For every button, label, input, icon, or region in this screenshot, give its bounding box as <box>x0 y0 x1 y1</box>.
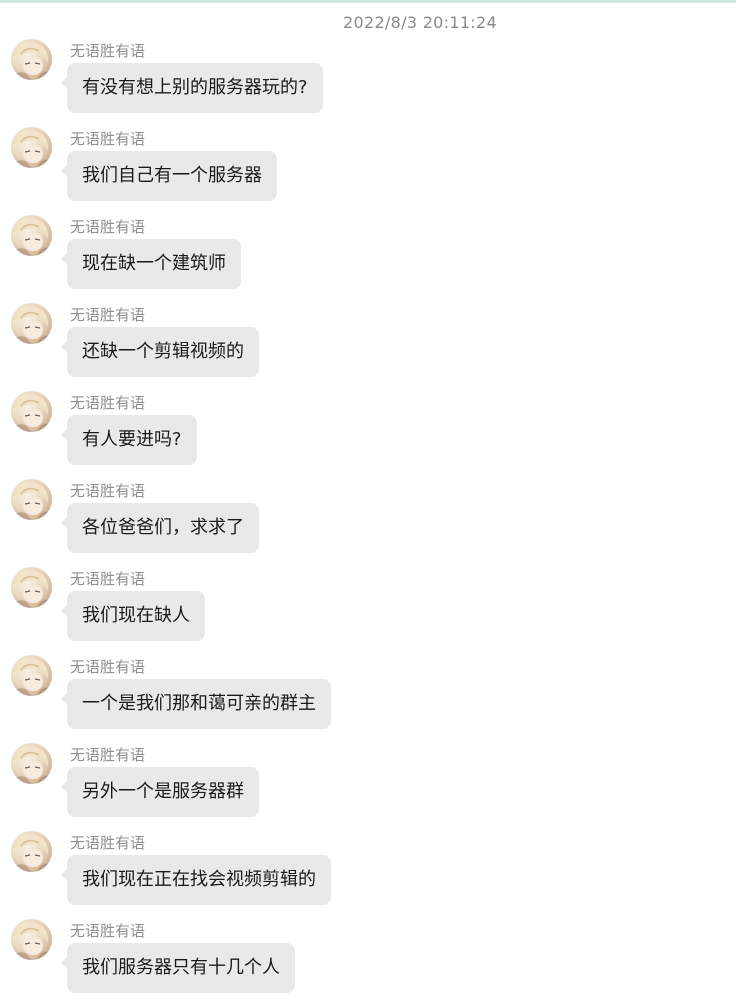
message-item: 无语胜有语我们现在正在找会视频剪辑的 <box>0 831 736 919</box>
sender-name[interactable]: 无语胜有语 <box>70 482 145 500</box>
message-bubble[interactable]: 一个是我们那和蔼可亲的群主 <box>61 679 331 729</box>
message-bubble[interactable]: 我们自己有一个服务器 <box>61 151 277 201</box>
sender-avatar-icon[interactable] <box>11 303 52 344</box>
sender-avatar-icon[interactable] <box>11 127 52 168</box>
message-bubble[interactable]: 我们现在正在找会视频剪辑的 <box>61 855 331 905</box>
message-list[interactable]: 无语胜有语 有没有想上别的服务器玩的? 无语胜有语 我们自己有一个服务器 无语胜有语 现在… <box>0 39 736 1005</box>
message-item: 无语胜有语各位爸爸们，求求了 <box>0 479 736 567</box>
message-bubble[interactable]: 各位爸爸们，求求了 <box>61 503 259 553</box>
sender-avatar-icon[interactable] <box>11 655 52 696</box>
message-item: 无语胜有语有没有想上别的服务器玩的? <box>0 39 736 127</box>
sender-name[interactable]: 无语胜有语 <box>70 658 145 676</box>
message-bubble[interactable]: 有人要进吗? <box>61 415 197 465</box>
sender-avatar-icon[interactable] <box>11 391 52 432</box>
message-bubble[interactable]: 我们服务器只有十几个人 <box>61 943 295 993</box>
message-bubble[interactable]: 现在缺一个建筑师 <box>61 239 241 289</box>
sender-name[interactable]: 无语胜有语 <box>70 834 145 852</box>
message-item: 无语胜有语我们自己有一个服务器 <box>0 127 736 215</box>
message-bubble[interactable]: 我们现在缺人 <box>61 591 205 641</box>
sender-avatar-icon[interactable] <box>11 567 52 608</box>
sender-name[interactable]: 无语胜有语 <box>70 306 145 324</box>
message-bubble[interactable]: 有没有想上别的服务器玩的? <box>61 63 323 113</box>
message-item: 无语胜有语一个是我们那和蔼可亲的群主 <box>0 655 736 743</box>
chat-window: 2022/8/3 20:11:24 无语胜有语 有没有想上别的服务器玩的? 无语胜有… <box>0 0 736 1005</box>
sender-avatar-icon[interactable] <box>11 743 52 784</box>
message-timestamp: 2022/8/3 20:11:24 <box>343 13 497 32</box>
message-item: 无语胜有语还缺一个剪辑视频的 <box>0 303 736 391</box>
message-item: 无语胜有语现在缺一个建筑师 <box>0 215 736 303</box>
sender-avatar-icon[interactable] <box>11 919 52 960</box>
sender-name[interactable]: 无语胜有语 <box>70 130 145 148</box>
sender-name[interactable]: 无语胜有语 <box>70 42 145 60</box>
sender-avatar-icon[interactable] <box>11 479 52 520</box>
message-bubble[interactable]: 还缺一个剪辑视频的 <box>61 327 259 377</box>
sender-name[interactable]: 无语胜有语 <box>70 570 145 588</box>
message-item: 无语胜有语我们现在缺人 <box>0 567 736 655</box>
sender-avatar-icon[interactable] <box>11 215 52 256</box>
sender-avatar-icon[interactable] <box>11 831 52 872</box>
message-item: 无语胜有语有人要进吗? <box>0 391 736 479</box>
sender-avatar-icon[interactable] <box>11 39 52 80</box>
sender-name[interactable]: 无语胜有语 <box>70 922 145 940</box>
message-bubble[interactable]: 另外一个是服务器群 <box>61 767 259 817</box>
sender-name[interactable]: 无语胜有语 <box>70 746 145 764</box>
sender-name[interactable]: 无语胜有语 <box>70 394 145 412</box>
sender-name[interactable]: 无语胜有语 <box>70 218 145 236</box>
message-item: 无语胜有语另外一个是服务器群 <box>0 743 736 831</box>
message-item: 无语胜有语我们服务器只有十几个人 <box>0 919 736 1005</box>
